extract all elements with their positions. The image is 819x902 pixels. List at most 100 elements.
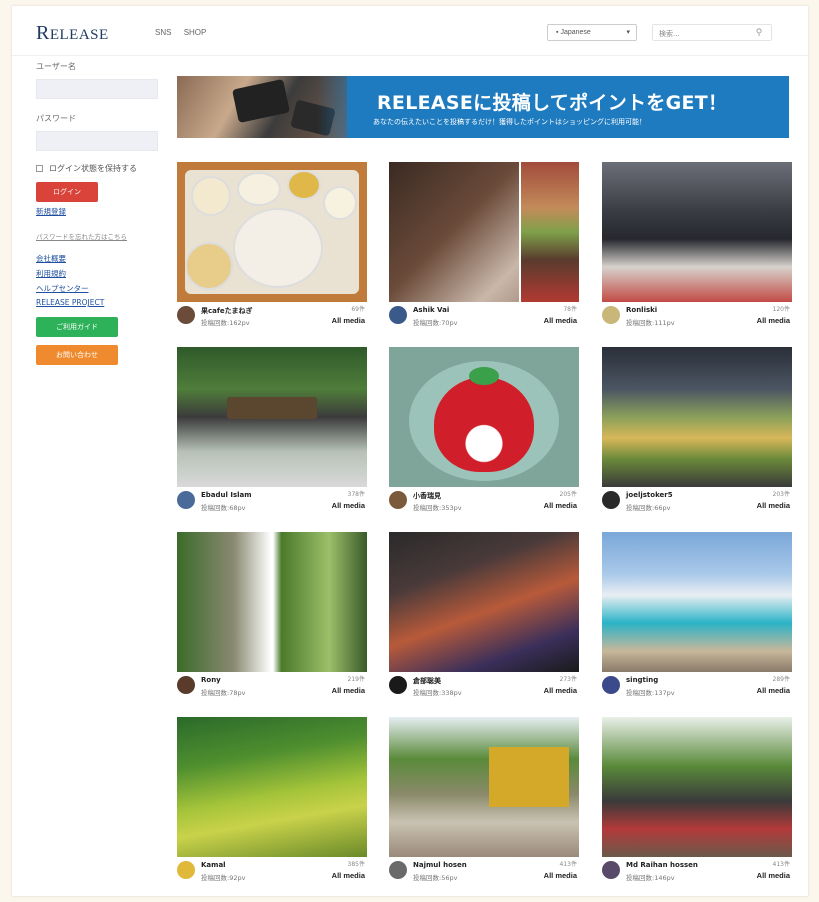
all-media-link[interactable]: All media xyxy=(757,501,790,510)
post-image[interactable] xyxy=(389,717,579,857)
post-meta: 倉部聡美 投稿回数:338pv 273件 All media xyxy=(389,672,579,702)
post-image[interactable] xyxy=(177,162,367,302)
post-count: 投稿回数:338pv xyxy=(413,689,462,697)
avatar[interactable] xyxy=(602,861,620,879)
post-card[interactable]: Ebadul Islam 投稿回数:68pv 378件 All media xyxy=(177,347,367,522)
language-select[interactable]: ▪ Japanese ▾ xyxy=(547,24,637,41)
avatar[interactable] xyxy=(389,491,407,509)
all-media-link[interactable]: All media xyxy=(332,316,365,325)
remember-me[interactable]: ログイン状態を保持する xyxy=(36,163,166,174)
sign-shape xyxy=(227,397,317,419)
avatar[interactable] xyxy=(177,491,195,509)
post-username[interactable]: 小香瑞見 xyxy=(413,491,441,501)
avatar[interactable] xyxy=(389,676,407,694)
post-username[interactable]: 果cafeたまねぎ xyxy=(201,306,252,316)
bowl-shape xyxy=(191,176,231,216)
post-image[interactable] xyxy=(177,347,367,487)
forgot-password-link[interactable]: パスワードを忘れた方はこちら xyxy=(36,231,166,241)
post-image[interactable] xyxy=(602,532,792,672)
all-media-link[interactable]: All media xyxy=(332,871,365,880)
post-image[interactable] xyxy=(389,347,579,487)
login-button[interactable]: ログイン xyxy=(36,182,98,202)
post-card[interactable]: Najmul hosen 投稿回数:56pv 413件 All media xyxy=(389,717,579,892)
post-image[interactable] xyxy=(602,162,792,302)
promo-banner[interactable]: RELEASEに投稿してポイントをGET！ あなたの伝えたいことを投稿するだけ！… xyxy=(177,76,789,138)
post-count: 投稿回数:146pv xyxy=(626,874,675,882)
post-image[interactable] xyxy=(389,532,579,672)
avatar[interactable] xyxy=(389,861,407,879)
top-bar: RELEASE SNS SHOP ▪ Japanese ▾ 検索... ⚲ xyxy=(12,6,808,56)
remember-checkbox[interactable] xyxy=(36,165,43,172)
post-username[interactable]: Najmul hosen xyxy=(413,861,467,869)
post-image[interactable] xyxy=(177,532,367,672)
password-field[interactable] xyxy=(36,131,158,151)
all-media-link[interactable]: All media xyxy=(757,871,790,880)
all-media-link[interactable]: All media xyxy=(332,501,365,510)
post-card[interactable]: Ashik Vai 投稿回数:70pv 78件 All media xyxy=(389,162,579,337)
post-image[interactable] xyxy=(177,717,367,857)
post-card[interactable]: joeljstoker5 投稿回数:66pv 203件 All media xyxy=(602,347,792,522)
post-card[interactable]: singting 投稿回数:137pv 289件 All media xyxy=(602,532,792,707)
company-link[interactable]: 会社概要 xyxy=(36,253,166,264)
post-username[interactable]: Ebadul Islam xyxy=(201,491,252,499)
post-image[interactable] xyxy=(389,162,579,302)
post-username[interactable]: Ashik Vai xyxy=(413,306,449,314)
item-count: 203件 xyxy=(772,491,790,498)
post-username[interactable]: Kamal xyxy=(201,861,226,869)
avatar[interactable] xyxy=(177,861,195,879)
post-card[interactable]: 果cafeたまねぎ 投稿回数:162pv 69件 All media xyxy=(177,162,367,337)
post-count: 投稿回数:56pv xyxy=(413,874,458,882)
post-username[interactable]: singting xyxy=(626,676,658,684)
item-count: 205件 xyxy=(559,491,577,498)
post-meta: 果cafeたまねぎ 投稿回数:162pv 69件 All media xyxy=(177,302,367,332)
all-media-link[interactable]: All media xyxy=(544,316,577,325)
avatar[interactable] xyxy=(177,306,195,324)
item-count: 385件 xyxy=(347,861,365,868)
all-media-link[interactable]: All media xyxy=(332,686,365,695)
register-link[interactable]: 新規登録 xyxy=(36,206,166,217)
item-count: 413件 xyxy=(772,861,790,868)
post-username[interactable]: joeljstoker5 xyxy=(626,491,673,499)
nav-shop[interactable]: SHOP xyxy=(184,28,207,37)
post-meta: Najmul hosen 投稿回数:56pv 413件 All media xyxy=(389,857,579,887)
nav-sns[interactable]: SNS xyxy=(155,28,171,37)
post-image[interactable] xyxy=(602,347,792,487)
post-card[interactable]: Kamal 投稿回数:92pv 385件 All media xyxy=(177,717,367,892)
post-username[interactable]: 倉部聡美 xyxy=(413,676,441,686)
avatar[interactable] xyxy=(177,676,195,694)
contact-button[interactable]: お問い合わせ xyxy=(36,345,118,365)
post-count: 投稿回数:66pv xyxy=(626,504,671,512)
item-count: 413件 xyxy=(559,861,577,868)
avatar[interactable] xyxy=(602,306,620,324)
item-count: 219件 xyxy=(347,676,365,683)
post-username[interactable]: Ronliski xyxy=(626,306,657,314)
bowl-shape xyxy=(237,172,281,206)
avatar[interactable] xyxy=(602,676,620,694)
post-card[interactable]: Rony 投稿回数:78pv 219件 All media xyxy=(177,532,367,707)
all-media-link[interactable]: All media xyxy=(757,686,790,695)
all-media-link[interactable]: All media xyxy=(757,316,790,325)
post-card[interactable]: Md Raihan hossen 投稿回数:146pv 413件 All med… xyxy=(602,717,792,892)
search-icon[interactable]: ⚲ xyxy=(748,24,770,41)
terms-link[interactable]: 利用規約 xyxy=(36,268,166,279)
avatar[interactable] xyxy=(389,306,407,324)
all-media-link[interactable]: All media xyxy=(544,871,577,880)
logo-rest: ELEASE xyxy=(49,27,109,43)
post-meta: singting 投稿回数:137pv 289件 All media xyxy=(602,672,792,702)
username-field[interactable] xyxy=(36,79,158,99)
post-username[interactable]: Md Raihan hossen xyxy=(626,861,698,869)
post-card[interactable]: 倉部聡美 投稿回数:338pv 273件 All media xyxy=(389,532,579,707)
search-placeholder: 検索... xyxy=(659,30,680,38)
post-card[interactable]: 小香瑞見 投稿回数:353pv 205件 All media xyxy=(389,347,579,522)
guide-button[interactable]: ご利用ガイド xyxy=(36,317,118,337)
avatar[interactable] xyxy=(602,491,620,509)
post-username[interactable]: Rony xyxy=(201,676,221,684)
post-image[interactable] xyxy=(602,717,792,857)
all-media-link[interactable]: All media xyxy=(544,501,577,510)
help-center-link[interactable]: ヘルプセンター xyxy=(36,283,166,294)
site-logo[interactable]: RELEASE xyxy=(36,22,109,45)
post-card[interactable]: Ronliski 投稿回数:111pv 120件 All media xyxy=(602,162,792,337)
all-media-link[interactable]: All media xyxy=(544,686,577,695)
remember-label: ログイン状態を保持する xyxy=(49,164,137,173)
release-project-link[interactable]: RELEASE PROJECT xyxy=(36,298,166,307)
